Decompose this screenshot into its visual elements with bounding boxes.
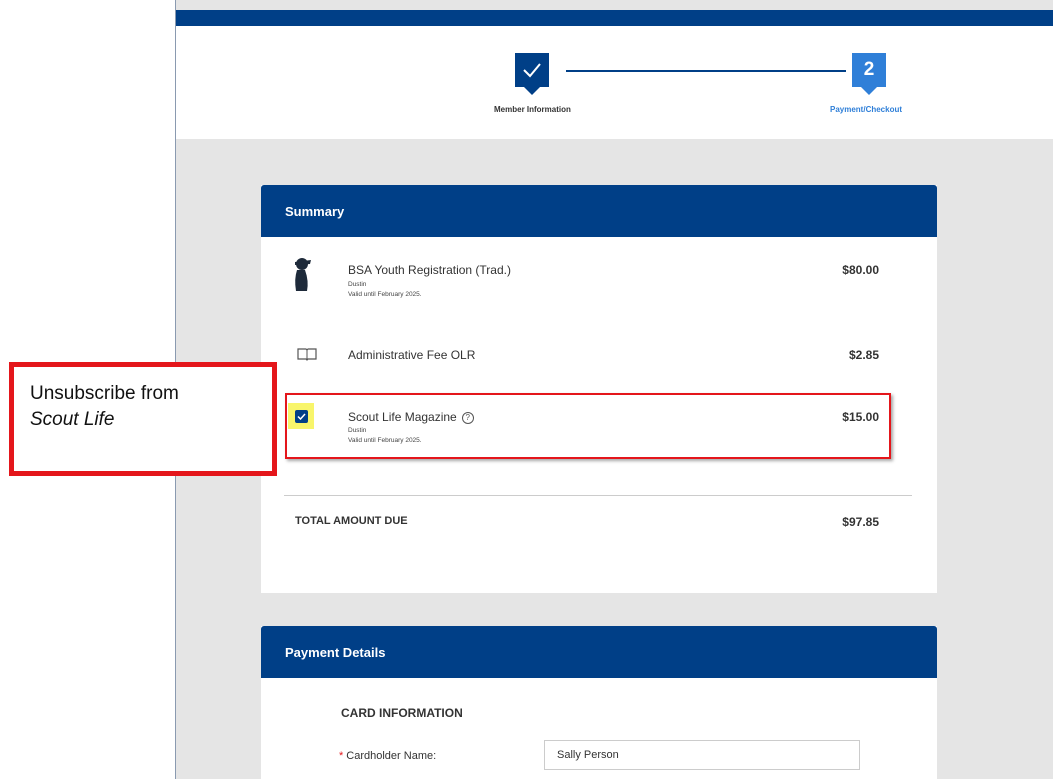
item-member-name: Dustin <box>348 281 367 288</box>
book-icon <box>297 348 317 361</box>
total-value: $97.85 <box>842 515 879 529</box>
item-title: Administrative Fee OLR <box>348 348 476 362</box>
stepper: 2 Member Information Payment/Checkout <box>176 26 1053 139</box>
cardholder-name-label-text: Cardholder Name: <box>346 750 437 762</box>
cardholder-name-label: * Cardholder Name: <box>339 750 436 762</box>
item-title: BSA Youth Registration (Trad.) <box>348 263 511 277</box>
item-price: $80.00 <box>842 263 879 277</box>
step-label-payment-checkout: Payment/Checkout <box>830 105 903 114</box>
payment-card: Payment Details CARD INFORMATION * Cardho… <box>261 626 937 779</box>
total-label: TOTAL AMOUNT DUE <box>295 515 408 527</box>
required-marker: * <box>339 750 344 762</box>
card-information-title: CARD INFORMATION <box>341 706 463 720</box>
step-label-member-information: Member Information <box>494 105 571 114</box>
summary-header: Summary <box>261 185 937 237</box>
item-valid-until: Valid until February 2025. <box>348 437 422 444</box>
checkbox-checked-icon <box>294 409 308 423</box>
callout-line2: Scout Life <box>30 409 115 430</box>
check-icon <box>523 63 541 78</box>
step-connector <box>566 70 846 72</box>
item-title: Scout Life Magazine? <box>348 410 474 424</box>
item-valid-until: Valid until February 2025. <box>348 291 422 298</box>
step-payment-checkout[interactable]: 2 <box>852 53 886 95</box>
payment-header: Payment Details <box>261 626 937 678</box>
browser-frame: 2 Member Information Payment/Checkout Su… <box>175 0 1053 779</box>
callout-line1: Unsubscribe from <box>30 383 179 404</box>
scout-silhouette-icon <box>295 258 311 291</box>
item-member-name: Dustin <box>348 427 367 434</box>
total-divider <box>284 495 912 496</box>
summary-card: Summary BSA Youth Registration (Trad.) D… <box>261 185 937 593</box>
item-price: $15.00 <box>842 410 879 424</box>
callout-box: Unsubscribe from Scout Life <box>9 362 277 476</box>
help-circle-icon[interactable]: ? <box>461 411 474 424</box>
item-title-text: Scout Life Magazine <box>348 410 457 424</box>
cardholder-name-input[interactable] <box>544 740 860 770</box>
item-price: $2.85 <box>848 348 879 362</box>
scout-life-checkbox[interactable] <box>288 403 314 429</box>
top-bar <box>176 10 1053 26</box>
step-number: 2 <box>863 59 875 80</box>
step-member-information[interactable] <box>515 53 549 95</box>
